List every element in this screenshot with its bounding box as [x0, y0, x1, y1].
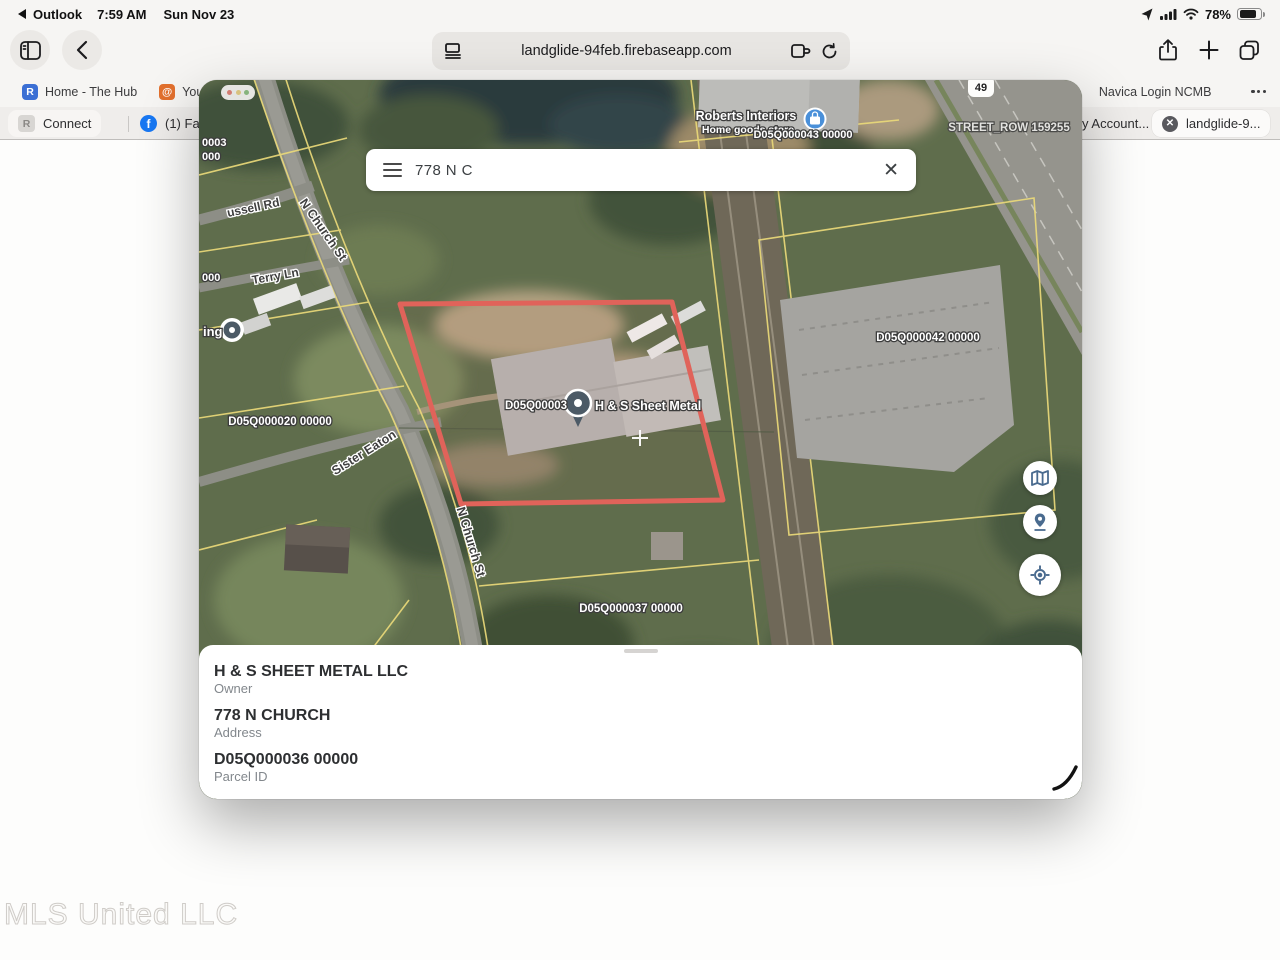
chevron-left-icon	[76, 40, 88, 60]
extensions-icon[interactable]	[791, 43, 811, 59]
landglide-app-window: 49 Roberts Interiors Home goods store D0…	[199, 80, 1082, 799]
tabs-icon	[1239, 40, 1260, 61]
tab-label: Connect	[43, 116, 91, 131]
window-zoom-dot[interactable]	[244, 90, 249, 95]
place-pin-icon	[1030, 512, 1050, 532]
parcel-info-sheet: H & S SHEET METAL LLC Owner 778 N CHURCH…	[199, 645, 1082, 799]
bookmark-label: Home - The Hub	[45, 85, 137, 99]
hub-favicon: R	[22, 84, 38, 100]
close-tab-icon[interactable]: ✕	[1162, 116, 1178, 132]
tab-account[interactable]: y Account...	[1072, 110, 1159, 137]
parcel-label-partial-b: 000	[202, 151, 220, 163]
my-location-button[interactable]	[1019, 554, 1061, 596]
battery-percent: 78%	[1205, 7, 1231, 22]
parcel-label-partial-a: 0003	[202, 137, 226, 149]
owner-value: H & S SHEET METAL LLC	[214, 662, 1082, 681]
bookmark-home-the-hub[interactable]: R Home - The Hub	[22, 84, 137, 100]
poi-label-partial: ing	[203, 324, 223, 339]
parcel-id-label: Parcel ID	[214, 769, 1082, 785]
route-shield-label: 49	[975, 82, 987, 94]
url-text: landglide-94feb.firebaseapp.com	[462, 43, 791, 59]
parcel-label-36-partial: D05Q00003	[505, 400, 567, 412]
date: Sun Nov 23	[163, 7, 234, 22]
tab-landglide-active[interactable]: ✕ landglide-9...	[1152, 110, 1270, 137]
menu-icon[interactable]	[383, 163, 402, 177]
wifi-icon	[1183, 8, 1199, 20]
address-value: 778 N CHURCH	[214, 706, 1082, 725]
poi-label-hs-sheet-metal: H & S Sheet Metal	[595, 399, 701, 413]
locate-icon	[1028, 563, 1052, 587]
poi-roberts-name: Roberts Interiors	[696, 109, 797, 123]
parcel-id-value: D05Q000036 00000	[214, 750, 1082, 769]
address-label: Address	[214, 725, 1082, 741]
share-icon	[1159, 39, 1177, 61]
parcel-label-42: D05Q000042 00000	[876, 332, 980, 344]
new-tab-button[interactable]	[1189, 30, 1229, 70]
location-services-icon	[1140, 7, 1154, 21]
back-to-app-icon[interactable]	[18, 9, 26, 19]
connect-favicon: R	[18, 115, 35, 132]
screen: MLS United LLC Outlook 7:59 AM Sun Nov 2…	[0, 0, 1280, 960]
facebook-favicon: f	[140, 115, 157, 132]
bookmarks-overflow-icon[interactable]	[1251, 90, 1266, 93]
poi-marker-left[interactable]	[220, 318, 244, 342]
parcel-label-partial-left: 000	[202, 272, 220, 284]
battery-icon	[1237, 8, 1262, 21]
back-to-app-label[interactable]: Outlook	[33, 7, 82, 22]
status-bar: Outlook 7:59 AM Sun Nov 23 78%	[0, 0, 1280, 28]
tab-label: landglide-9...	[1186, 116, 1260, 131]
sidebar-icon	[20, 41, 41, 60]
window-resize-handle[interactable]	[1050, 763, 1080, 793]
tab-label: y Account...	[1082, 116, 1149, 131]
reload-icon[interactable]	[821, 43, 838, 60]
sidebar-toggle-button[interactable]	[10, 30, 50, 70]
map-layers-button[interactable]	[1023, 461, 1057, 495]
owner-label: Owner	[214, 681, 1082, 697]
cellular-signal-icon	[1160, 8, 1177, 20]
street-row-label: STREET_ROW 159255	[948, 122, 1070, 134]
share-button[interactable]	[1148, 30, 1188, 70]
plus-icon	[1199, 40, 1219, 60]
parcel-label-37: D05Q000037 00000	[579, 603, 683, 615]
parcel-label-43: D05Q000043 00000	[753, 129, 852, 141]
yourtrue-favicon: @	[159, 84, 175, 100]
back-button[interactable]	[62, 30, 102, 70]
tab-connect[interactable]: R Connect	[8, 110, 101, 137]
parcel-search-bar[interactable]: 778 N C ✕	[366, 149, 916, 191]
safari-toolbar: landglide-94feb.firebaseapp.com	[0, 28, 1280, 76]
window-close-dot[interactable]	[227, 90, 232, 95]
substation	[780, 265, 1014, 472]
watermark: MLS United LLC	[4, 898, 238, 932]
sheet-drag-handle[interactable]	[624, 649, 658, 653]
window-controls-pill[interactable]	[221, 85, 255, 100]
bookmark-navica[interactable]: Navica Login NCMB	[1099, 85, 1212, 99]
address-bar[interactable]: landglide-94feb.firebaseapp.com	[432, 32, 850, 70]
clear-search-icon[interactable]: ✕	[883, 161, 899, 180]
tab-overview-button[interactable]	[1229, 30, 1269, 70]
shopping-poi-icon[interactable]	[805, 109, 826, 130]
search-input[interactable]: 778 N C	[415, 162, 883, 179]
window-minimize-dot[interactable]	[236, 90, 241, 95]
place-marker-button[interactable]	[1023, 505, 1057, 539]
clock: 7:59 AM	[97, 7, 146, 22]
page-settings-icon[interactable]	[444, 43, 462, 59]
route-49-shield: 49	[968, 80, 994, 97]
parcel-label-20: D05Q000020 00000	[228, 416, 332, 428]
map-icon	[1030, 468, 1050, 488]
